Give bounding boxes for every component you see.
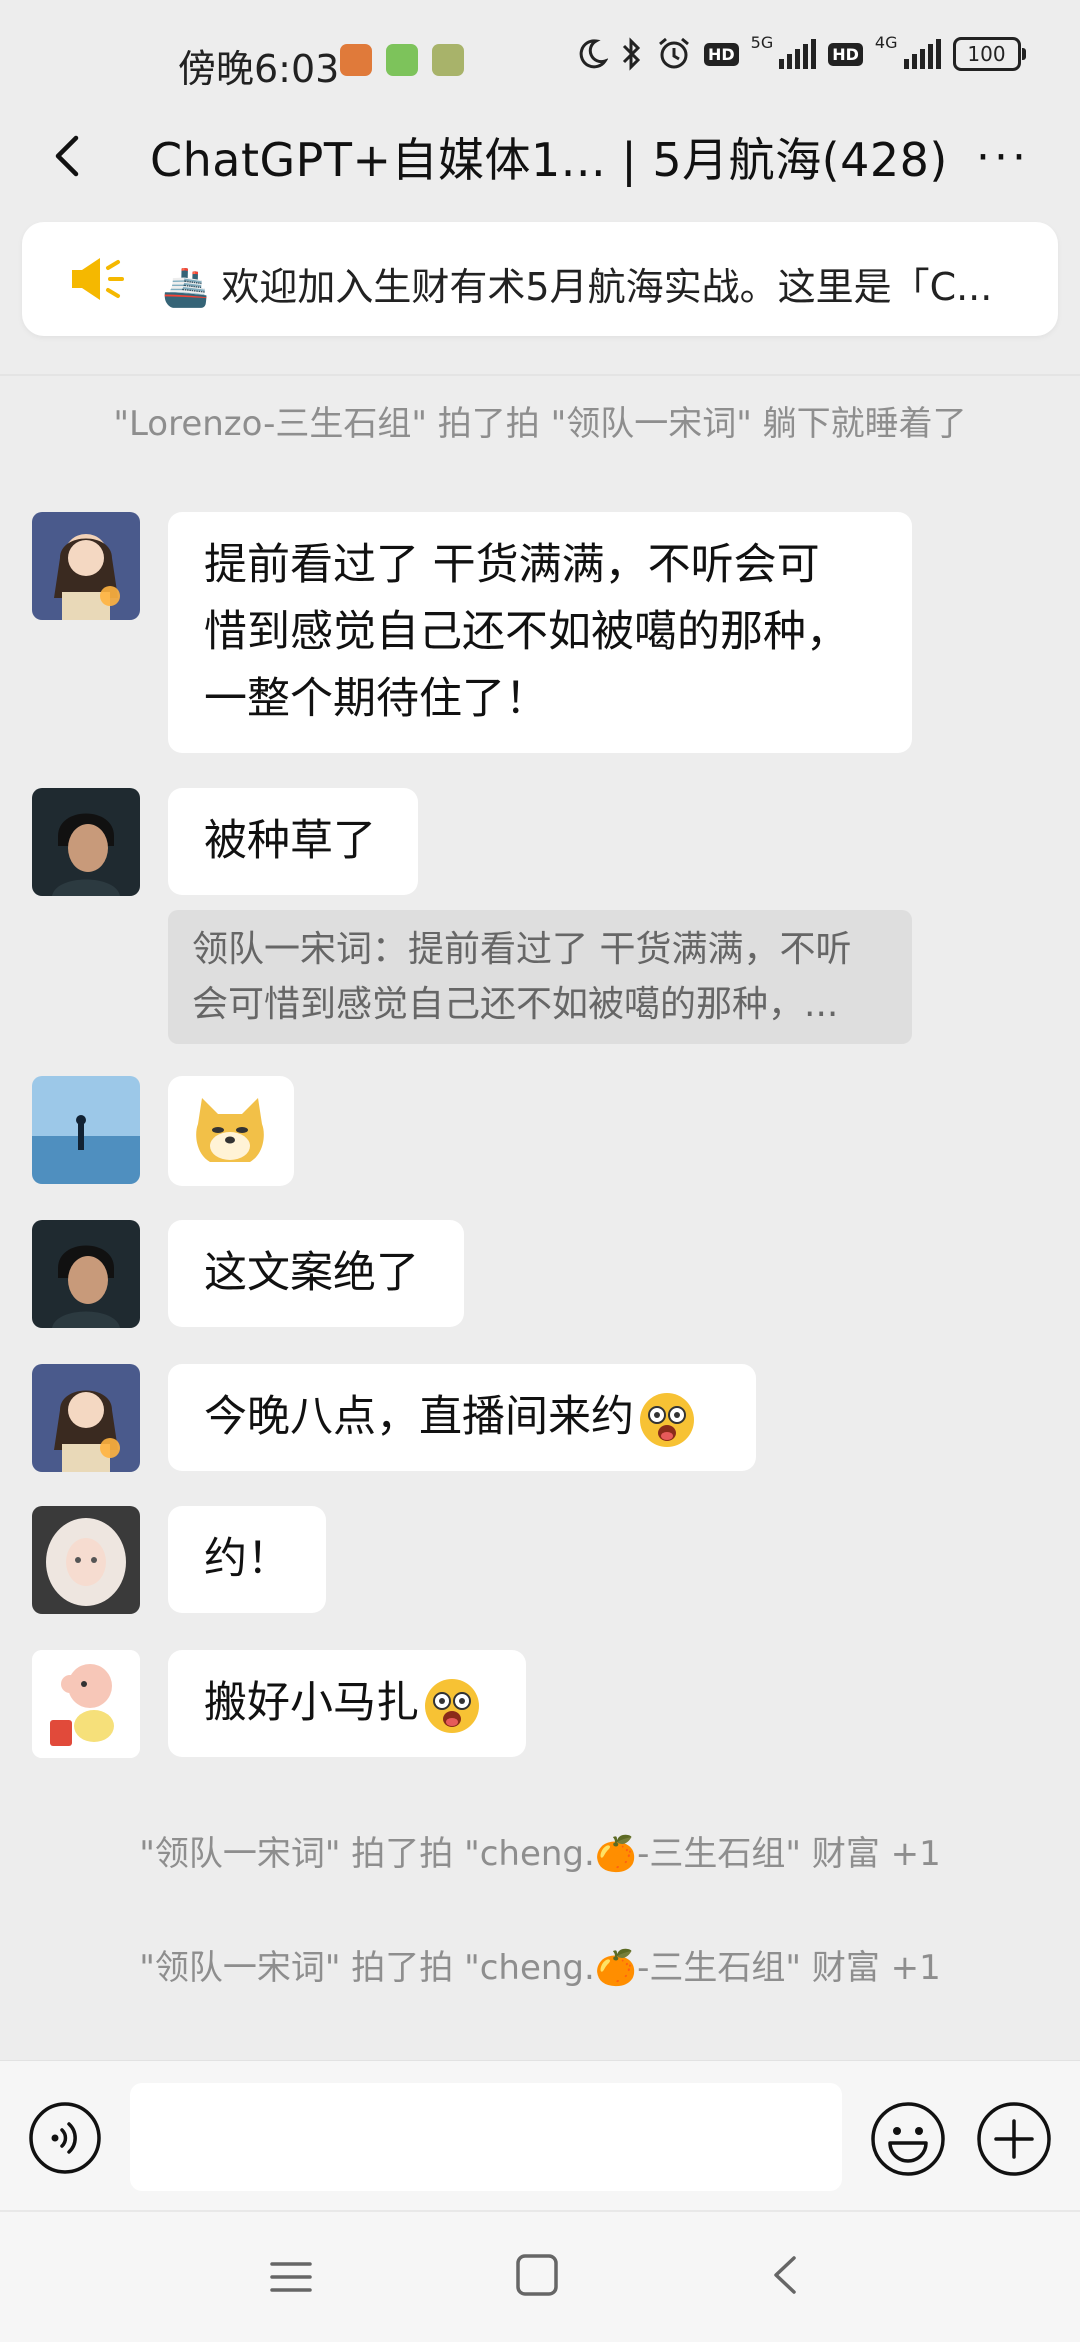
system-navigation-bar	[0, 2210, 1080, 2342]
avatar-image	[32, 512, 140, 620]
status-indicators: HD 5G HD 4G 100	[574, 32, 1026, 72]
message-line: 提前看过了 干货满满，不听会可	[204, 540, 820, 590]
avatar-image	[32, 1506, 140, 1614]
avatar-girl-lantern[interactable]	[32, 1364, 140, 1472]
voice-input-icon[interactable]	[28, 2101, 102, 2175]
message-bubble[interactable]: 今晚八点，直播间来约	[168, 1364, 756, 1471]
back-arrow-icon[interactable]	[38, 126, 98, 186]
quoted-reply[interactable]: 领队一宋词：提前看过了 干货满满，不听 会可惜到感觉自己还不如被噶的那种，...	[168, 910, 912, 1044]
wechat-notification-icon	[386, 44, 418, 76]
system-message: "Lorenzo-三生石组" 拍了拍 "领队一宋词" 躺下就睡着了	[113, 404, 967, 444]
status-time: 傍晚6:03	[178, 47, 340, 91]
more-functions-plus-icon[interactable]	[976, 2101, 1052, 2177]
bluetooth-icon	[622, 37, 641, 71]
avatar-image	[32, 1650, 140, 1758]
sticker-bubble[interactable]	[168, 1076, 294, 1186]
home-square-icon[interactable]	[514, 2252, 560, 2298]
notification-icons	[340, 44, 464, 76]
app-notification-icon	[432, 44, 464, 76]
avatar-boy-dark[interactable]	[32, 1220, 140, 1328]
network-5g-label: 5G	[750, 32, 774, 52]
avatar-image	[32, 1220, 140, 1328]
signal-5g-icon	[779, 39, 817, 69]
message-input[interactable]	[130, 2083, 842, 2191]
divider	[0, 374, 1080, 376]
message-bubble[interactable]: 被种草了	[168, 788, 418, 895]
avatar-girl-lantern[interactable]	[32, 512, 140, 620]
chat-title: ChatGPT+自媒体1... | 5月航海(428)	[150, 133, 948, 187]
chat-header: ChatGPT+自媒体1... | 5月航海(428) ···	[0, 110, 1080, 204]
network-4g-label: 4G	[874, 32, 898, 52]
message-bubble[interactable]: 约！	[168, 1506, 326, 1613]
status-bar: 傍晚6:03 HD 5G HD 4G 100	[0, 0, 1080, 120]
message-line: 惜到感觉自己还不如被噶的那种，	[204, 607, 849, 657]
app-notification-icon	[340, 44, 372, 76]
starry-eyed-emoji-icon	[640, 1392, 694, 1447]
system-message: "领队一宋词" 拍了拍 "cheng.🍊-三生石组" 财富 +1	[139, 1948, 941, 1988]
signal-4g-icon	[903, 39, 941, 69]
system-message: "领队一宋词" 拍了拍 "cheng.🍊-三生石组" 财富 +1	[139, 1834, 941, 1874]
group-notice-banner[interactable]: 🚢 欢迎加入生财有术5月航海实战。这里是「C...	[22, 222, 1058, 336]
avatar-boy-dark[interactable]	[32, 788, 140, 896]
avatar-image	[32, 788, 140, 896]
hd-badge: HD	[704, 42, 739, 66]
message-bubble[interactable]: 提前看过了 干货满满，不听会可 惜到感觉自己还不如被噶的那种， 一整个期待住了！	[168, 512, 912, 753]
avatar-image	[32, 1364, 140, 1472]
avatar-white-hair-girl[interactable]	[32, 1506, 140, 1614]
message-bubble[interactable]: 这文案绝了	[168, 1220, 464, 1327]
more-options-button[interactable]: ···	[976, 132, 1030, 183]
battery-icon: 100	[952, 37, 1026, 71]
message-input-bar	[0, 2060, 1080, 2211]
avatar-sea-horizon[interactable]	[32, 1076, 140, 1184]
avatar-image	[32, 1076, 140, 1184]
starry-eyed-emoji-icon	[425, 1678, 479, 1733]
doge-sticker-icon	[196, 1098, 264, 1162]
quote-line: 领队一宋词：提前看过了 干货满满，不听	[192, 929, 852, 970]
message-text: 今晚八点，直播间来约	[204, 1392, 634, 1442]
notice-text: 🚢 欢迎加入生财有术5月航海实战。这里是「C...	[162, 265, 993, 309]
message-line: 一整个期待住了！	[204, 674, 548, 724]
menu-icon[interactable]	[268, 2254, 314, 2300]
message-bubble[interactable]: 搬好小马扎	[168, 1650, 526, 1757]
emoji-picker-icon[interactable]	[870, 2101, 946, 2177]
back-chevron-icon[interactable]	[764, 2252, 810, 2298]
megaphone-icon	[72, 258, 124, 300]
hd-badge: HD	[828, 42, 863, 66]
avatar-cartoon-baby[interactable]	[32, 1650, 140, 1758]
moon-icon	[579, 39, 608, 69]
alarm-icon	[659, 37, 689, 69]
message-text: 搬好小马扎	[204, 1678, 419, 1728]
quote-line: 会可惜到感觉自己还不如被噶的那种，...	[192, 984, 839, 1025]
